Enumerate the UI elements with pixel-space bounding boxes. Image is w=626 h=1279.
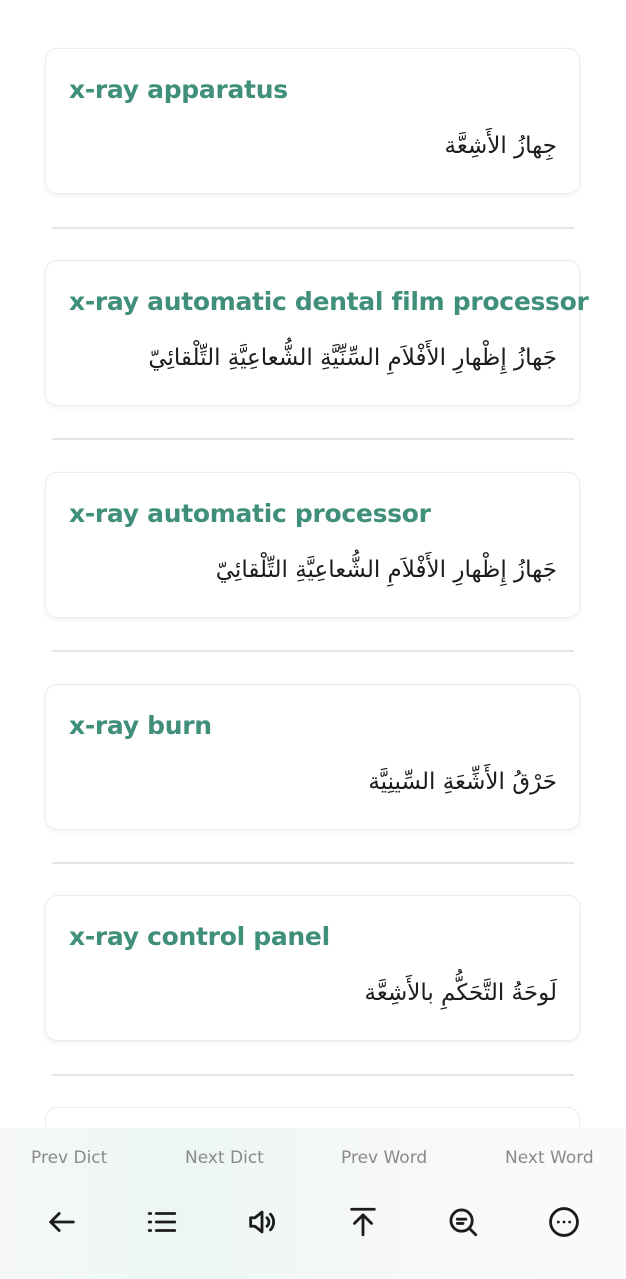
list-icon [147, 1212, 177, 1232]
divider [52, 438, 574, 440]
entry-card[interactable]: x-ray automatic dental film processor جَ… [45, 260, 589, 406]
next-word-button[interactable]: Next Word [505, 1148, 594, 1168]
entry-arabic: حَرْقُ الأَشِّعَةِ السِّينِيَّة [368, 769, 557, 795]
entry-card[interactable]: x-ray control panel لَوحَةُ التَّحَكُّمِ… [45, 895, 580, 1041]
speaker-icon [249, 1210, 275, 1234]
more-icon [549, 1207, 579, 1237]
entry-card[interactable]: x-ray automatic processor جَهازُ إِظْهار… [45, 472, 580, 618]
search-zoom-icon [449, 1208, 478, 1237]
scroll-top-icon [350, 1207, 376, 1237]
prev-dict-button[interactable]: Prev Dict [31, 1148, 107, 1168]
more-button[interactable] [544, 1202, 584, 1242]
back-button[interactable] [42, 1202, 82, 1242]
entry-english: x-ray automatic dental film processor [69, 287, 589, 316]
divider [52, 227, 574, 229]
scroll-top-button[interactable] [343, 1202, 383, 1242]
prev-word-button[interactable]: Prev Word [341, 1148, 427, 1168]
entry-english: x-ray burn [69, 711, 212, 740]
entry-arabic: جَهازُ إِظْهارِ الأَفْلاَمِ الشُّعاعِيَّ… [215, 557, 557, 583]
bottom-toolbar: Prev Dict Next Dict Prev Word Next Word [0, 1128, 626, 1279]
divider [52, 862, 574, 864]
entry-arabic: لَوحَةُ التَّحَكُّمِ بالأَشِعَّة [364, 980, 557, 1006]
next-dict-button[interactable]: Next Dict [185, 1148, 264, 1168]
search-button[interactable] [443, 1202, 483, 1242]
speaker-button[interactable] [242, 1202, 282, 1242]
entry-arabic: جَهازُ إِظْهارِ الأَفْلاَمِ السِّنِّيَّة… [148, 345, 557, 371]
divider [52, 1074, 574, 1076]
entry-card[interactable]: x-ray apparatus جِهازُ الأَشِعَّة [45, 48, 580, 194]
list-button[interactable] [142, 1202, 182, 1242]
entry-arabic: جِهازُ الأَشِعَّة [444, 133, 557, 159]
entry-card[interactable]: x-ray burn حَرْقُ الأَشِّعَةِ السِّينِيَ… [45, 684, 580, 830]
entry-english: x-ray automatic processor [69, 499, 431, 528]
divider [52, 650, 574, 652]
entry-english: x-ray apparatus [69, 75, 288, 104]
entry-english: x-ray control panel [69, 922, 330, 951]
back-arrow-icon [49, 1212, 75, 1232]
